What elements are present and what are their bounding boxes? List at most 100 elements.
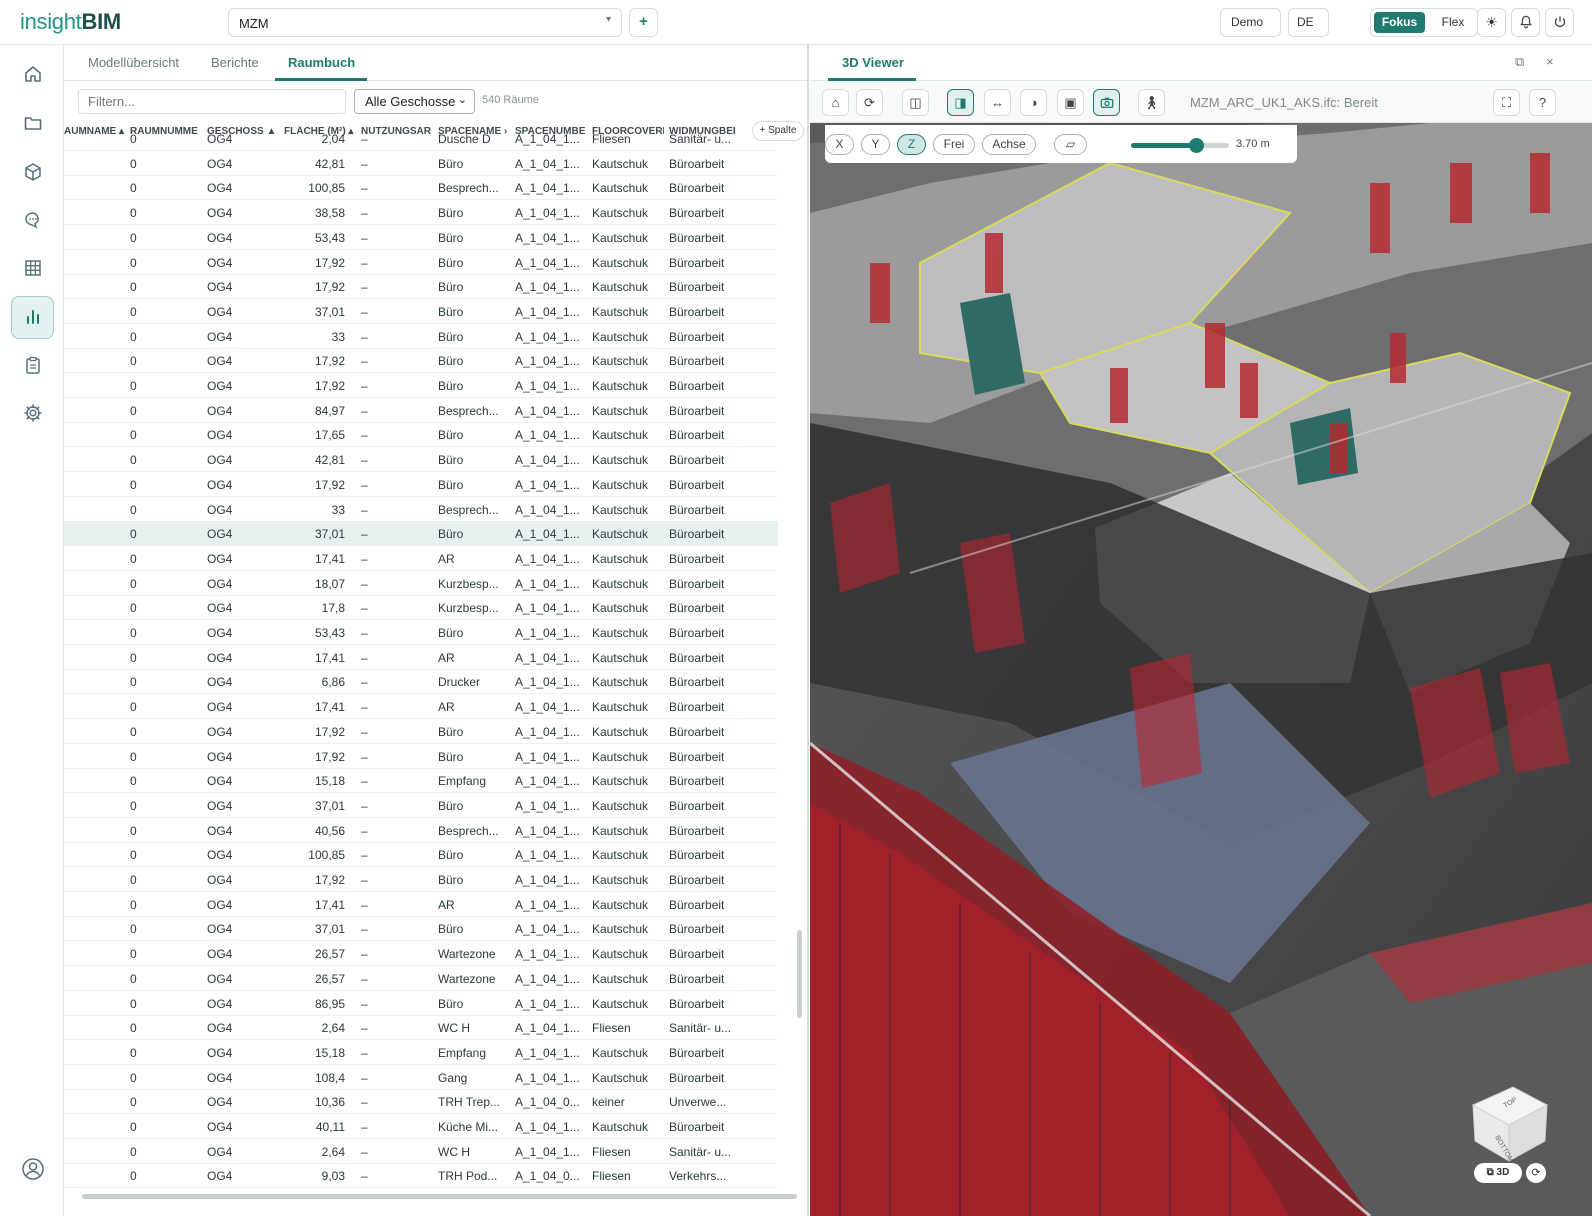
tab-reports[interactable]: Berichte (211, 55, 259, 70)
clip-plane-button[interactable]: ◨ (947, 89, 974, 116)
horizontal-scrollbar[interactable] (82, 1194, 797, 1199)
table-row[interactable]: 0 OG4 18,07 – Kurzbesp... A_1_04_1... Kautschu… (64, 571, 778, 596)
screenshot-button[interactable] (1093, 89, 1120, 116)
popout-icon[interactable]: ⧉ (1515, 54, 1524, 70)
clip-axis-z-button[interactable]: Z (897, 134, 926, 155)
view-mode-button[interactable]: ⧉ 3D (1474, 1163, 1522, 1183)
table-row[interactable]: 0 OG4 2,64 – WC H A_1_04_1... Fliesen Sanitär- … (64, 1015, 778, 1041)
logout-button[interactable] (1545, 8, 1574, 37)
table-row[interactable]: 0 OG4 15,18 – Empfang A_1_04_1... Kautschuk Bür… (64, 768, 778, 794)
project-select[interactable]: MZM ▾ (228, 8, 622, 37)
transparency-button[interactable]: ◑ (1020, 89, 1047, 116)
sidebar-item-tables[interactable] (11, 247, 54, 290)
add-project-button[interactable]: + (629, 8, 658, 37)
notifications-button[interactable] (1511, 8, 1540, 37)
clip-axis-y-button[interactable]: Y (861, 134, 890, 155)
table-row[interactable]: 0 OG4 33 – Besprech... A_1_04_1... Kautschuk Bü… (64, 497, 778, 522)
table-row[interactable]: 0 OG4 17,65 – Büro A_1_04_1... Kautschuk Büroar… (64, 422, 778, 448)
sidebar-item-home[interactable] (11, 53, 54, 96)
table-row[interactable]: 0 OG4 26,57 – Wartezone A_1_04_1... Kautschuk B… (64, 941, 778, 967)
floor-select[interactable]: Alle Geschosse ⌄ (354, 89, 475, 114)
table-row[interactable]: 0 OG4 17,92 – Büro A_1_04_1... Kautschuk Büroar… (64, 744, 778, 769)
section-box-button[interactable]: ◫ (902, 89, 929, 116)
table-row[interactable]: 0 OG4 17,41 – AR A_1_04_1... Kautschuk Büroarbe… (64, 694, 778, 720)
navigation-cube[interactable]: TOP BOTTOM (1465, 1075, 1555, 1165)
walk-mode-button[interactable]: 🚶︎ (1138, 89, 1165, 116)
table-row[interactable]: 0 OG4 42,81 – Büro A_1_04_1... Kautschuk Büroar… (64, 151, 778, 176)
table-row[interactable]: 0 OG4 100,85 – Besprech... A_1_04_1... Kautsch… (64, 175, 778, 201)
fullscreen-button[interactable]: ⛶ (1493, 89, 1520, 116)
table-row[interactable]: 0 OG4 15,18 – Empfang A_1_04_1... Kautschuk Bür… (64, 1040, 778, 1065)
table-row[interactable]: 0 OG4 38,58 – Büro A_1_04_1... Kautschuk Büroar… (64, 200, 778, 226)
table-row[interactable]: 0 OG4 17,92 – Büro A_1_04_1... Kautschuk Büroar… (64, 719, 778, 744)
table-row[interactable]: 0 OG4 37,01 – Büro A_1_04_1... Kautschuk Büroar… (64, 916, 778, 942)
measure-button[interactable]: ↔ (984, 89, 1011, 116)
cell-geschoss: OG4 (207, 971, 233, 986)
orbit-reset-button[interactable]: ⟳ (1526, 1163, 1546, 1183)
vertical-scrollbar[interactable] (797, 930, 802, 1018)
table-row[interactable]: 0 OG4 6,86 – Drucker A_1_04_1... Kautschuk Büro… (64, 669, 778, 695)
table-row[interactable]: 0 OG4 33 – Büro A_1_04_1... Kautschuk Büroarbei… (64, 324, 778, 349)
cell-flaeche: 17,92 (314, 255, 345, 270)
clip-height-slider[interactable] (1131, 138, 1229, 153)
table-row[interactable]: 0 OG4 84,97 – Besprech... A_1_04_1... Kautschu… (64, 398, 778, 423)
cell-spacename: TRH Pod... (438, 1169, 498, 1184)
clip-free-button[interactable]: Frei (933, 134, 975, 155)
background-button[interactable]: ▣ (1057, 89, 1084, 116)
table-row[interactable]: 0 OG4 17,92 – Büro A_1_04_1... Kautschuk Büroar… (64, 274, 778, 300)
table-row[interactable]: 0 OG4 26,57 – Wartezone A_1_04_1... Kautschuk B… (64, 966, 778, 991)
tab-room-book[interactable]: Raumbuch (288, 55, 355, 70)
sidebar-item-reports[interactable] (11, 296, 54, 339)
table-row[interactable]: 0 OG4 2,64 – WC H A_1_04_1... Fliesen Sanitär- … (64, 1139, 778, 1164)
table-row[interactable]: 0 OG4 108,4 – Gang A_1_04_1... Kautschuk Büroar… (64, 1065, 778, 1090)
sidebar-item-settings[interactable] (11, 392, 54, 435)
table-row[interactable]: 0 OG4 9,03 – TRH Pod... A_1_04_0... Fliesen Ver… (64, 1163, 778, 1189)
mode-flex-button[interactable]: Flex (1433, 12, 1473, 33)
sidebar-item-tasks[interactable] (11, 344, 54, 387)
model-3d-scene[interactable] (810, 123, 1592, 1216)
mode-fokus-button[interactable]: Fokus (1374, 12, 1425, 33)
theme-toggle-button[interactable]: ☀ (1477, 8, 1506, 37)
table-row[interactable]: 0 OG4 37,01 – Büro A_1_04_1... Kautschuk Büroar… (64, 299, 778, 324)
table-row[interactable]: 0 OG4 17,92 – Büro A_1_04_1... Kautschuk Büroar… (64, 373, 778, 398)
cell-flaeche: 26,57 (314, 947, 345, 962)
table-row[interactable]: 0 OG4 17,92 – Büro A_1_04_1... Kautschuk Büroar… (64, 472, 778, 497)
table-row[interactable]: 0 OG4 17,92 – Büro A_1_04_1... Kautschuk Büroar… (64, 348, 778, 374)
sidebar-item-comments[interactable] (11, 199, 54, 242)
table-row[interactable]: 0 OG4 40,56 – Besprech... A_1_04_1... Kautschu… (64, 818, 778, 843)
table-row[interactable]: 0 OG4 17,92 – Büro A_1_04_1... Kautschuk Büroar… (64, 867, 778, 892)
sidebar-item-models[interactable] (11, 151, 54, 194)
table-row[interactable]: 0 OG4 40,11 – Küche Mi... A_1_04_1... Kautschu… (64, 1114, 778, 1139)
table-row[interactable]: 0 OG4 17,41 – AR A_1_04_1... Kautschuk Büroarbe… (64, 892, 778, 917)
demo-select[interactable]: Demo ▾ (1220, 8, 1281, 55)
table-row[interactable]: 0 OG4 17,41 – AR A_1_04_1... Kautschuk Büroarbe… (64, 645, 778, 670)
table-row[interactable]: 0 OG4 10,36 – TRH Trep... A_1_04_0... keiner Un… (64, 1089, 778, 1115)
table-row[interactable]: 0 OG4 17,8 – Kurzbesp... A_1_04_1... Kautschuk… (64, 595, 778, 621)
table-row[interactable]: 0 OG4 100,85 – Büro A_1_04_1... Kautschuk Büroa… (64, 842, 778, 868)
language-select[interactable]: DE ▾ (1288, 8, 1329, 55)
home-view-button[interactable]: ⌂ (822, 89, 849, 116)
app-logo[interactable]: insightBIM (20, 9, 121, 35)
reset-view-button[interactable]: ⟳ (856, 89, 883, 116)
table-row[interactable]: 0 OG4 17,41 – AR A_1_04_1... Kautschuk Büroarbe… (64, 546, 778, 571)
table-row[interactable]: 0 OG4 86,95 – Büro A_1_04_1... Kautschuk Büroar… (64, 991, 778, 1016)
sidebar-item-profile[interactable] (11, 1148, 54, 1191)
sidebar-item-files[interactable] (11, 102, 54, 145)
table-row[interactable]: 0 OG4 53,43 – Büro A_1_04_1... Kautschuk Büroar… (64, 225, 778, 250)
table-row[interactable]: 0 OG4 37,01 – Büro A_1_04_1... Kautschuk Büroar… (64, 793, 778, 818)
clip-axis-x-button[interactable]: X (825, 134, 854, 155)
clip-flip-button[interactable]: ▱ (1054, 134, 1087, 155)
filter-input[interactable]: Filtern... (78, 89, 346, 114)
help-button[interactable]: ? (1529, 89, 1556, 116)
table-row[interactable]: 0 OG4 2,04 – Dusche D A_1_04_1... Fliesen Sanit… (64, 126, 778, 151)
table-row[interactable]: 0 OG4 42,81 – Büro A_1_04_1... Kautschuk Büroar… (64, 447, 778, 473)
cell-nutzungsart: – (361, 551, 368, 566)
clip-height-slider-handle[interactable] (1188, 138, 1204, 153)
table-row[interactable]: 0 OG4 17,92 – Büro A_1_04_1... Kautschuk Büroar… (64, 250, 778, 275)
tab-model-overview[interactable]: Modellübersicht (88, 55, 179, 70)
table-row[interactable]: 0 OG4 53,43 – Büro A_1_04_1... Kautschuk Büroar… (64, 620, 778, 645)
table-row[interactable]: 0 OG4 37,01 – Büro A_1_04_1... Kautschuk Büroar… (64, 521, 778, 547)
close-icon[interactable]: × (1546, 54, 1554, 69)
camera-icon (1100, 97, 1113, 108)
clip-axis-button[interactable]: Achse (982, 134, 1036, 155)
